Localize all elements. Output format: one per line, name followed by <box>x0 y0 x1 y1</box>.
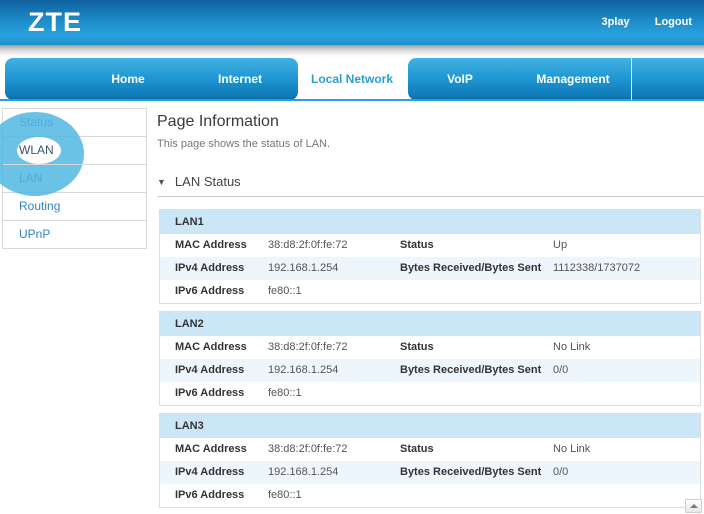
table-row: IPv4 Address 192.168.1.254 Bytes Receive… <box>160 359 700 382</box>
field-label: IPv4 Address <box>175 359 268 382</box>
field-label: Status <box>400 438 553 461</box>
field-label: MAC Address <box>175 234 268 257</box>
up-arrow-icon <box>690 504 698 508</box>
field-value: 38:d8:2f:0f:fe:72 <box>268 336 400 359</box>
field-label: IPv4 Address <box>175 461 268 484</box>
lan-table-header: LAN1 <box>160 210 700 234</box>
field-label: IPv6 Address <box>175 484 268 507</box>
table-row: MAC Address 38:d8:2f:0f:fe:72 Status Up <box>160 234 700 257</box>
field-label <box>400 382 553 405</box>
field-value: fe80::1 <box>268 484 400 507</box>
header-shadow <box>0 45 704 58</box>
main-content: Page Information This page shows the sta… <box>157 108 704 514</box>
section-divider <box>157 196 704 197</box>
field-label: Bytes Received/Bytes Sent <box>400 359 553 382</box>
field-value: Up <box>553 234 700 257</box>
field-label: IPv4 Address <box>175 257 268 280</box>
sidebar-item-upnp[interactable]: UPnP <box>3 221 146 248</box>
header-links: 3play Logout <box>580 16 692 28</box>
table-row: IPv4 Address 192.168.1.254 Bytes Receive… <box>160 461 700 484</box>
tab-local-network[interactable]: Local Network <box>311 58 393 100</box>
field-label: IPv6 Address <box>175 280 268 303</box>
lan-table-title: LAN2 <box>175 318 204 330</box>
tab-home[interactable]: Home <box>111 58 144 100</box>
main-navbar: Home Internet Local Network VoIP Managem… <box>0 58 704 102</box>
field-value: No Link <box>553 438 700 461</box>
sidebar-item-routing[interactable]: Routing <box>3 193 146 221</box>
logout-link[interactable]: Logout <box>655 16 692 28</box>
table-row: MAC Address 38:d8:2f:0f:fe:72 Status No … <box>160 438 700 461</box>
field-value: 0/0 <box>553 359 700 382</box>
lan-table-rows: MAC Address 38:d8:2f:0f:fe:72 Status Up … <box>160 234 700 303</box>
lan-status-section-header[interactable]: ▼ LAN Status <box>157 174 704 189</box>
lan-table-rows: MAC Address 38:d8:2f:0f:fe:72 Status No … <box>160 336 700 405</box>
field-value: 192.168.1.254 <box>268 461 400 484</box>
field-label: Bytes Received/Bytes Sent <box>400 257 553 280</box>
field-value: No Link <box>553 336 700 359</box>
tab-separator <box>631 58 632 100</box>
page-subtitle: This page shows the status of LAN. <box>157 138 704 150</box>
lan-table: LAN2 MAC Address 38:d8:2f:0f:fe:72 Statu… <box>159 311 701 406</box>
table-row: IPv6 Address fe80::1 <box>160 382 700 405</box>
tab-management[interactable]: Management <box>536 58 609 100</box>
field-value: 192.168.1.254 <box>268 257 400 280</box>
nav-underline <box>0 99 704 101</box>
field-label: IPv6 Address <box>175 382 268 405</box>
lan-table-header: LAN3 <box>160 414 700 438</box>
field-value: 0/0 <box>553 461 700 484</box>
field-label: MAC Address <box>175 336 268 359</box>
field-value: 192.168.1.254 <box>268 359 400 382</box>
collapse-triangle-icon: ▼ <box>157 177 166 187</box>
lan-table: LAN3 MAC Address 38:d8:2f:0f:fe:72 Statu… <box>159 413 701 508</box>
field-value: 1112338/1737072 <box>553 257 700 280</box>
field-value: fe80::1 <box>268 280 400 303</box>
page-title: Page Information <box>157 113 704 131</box>
field-label: MAC Address <box>175 438 268 461</box>
field-label: Status <box>400 234 553 257</box>
table-row: MAC Address 38:d8:2f:0f:fe:72 Status No … <box>160 336 700 359</box>
table-row: IPv6 Address fe80::1 <box>160 280 700 303</box>
sidebar-item-lan[interactable]: LAN <box>3 165 146 193</box>
lan-table-header: LAN2 <box>160 312 700 336</box>
scrollbar-up-button[interactable] <box>685 499 702 513</box>
field-value <box>553 484 700 507</box>
field-label: Status <box>400 336 553 359</box>
table-row: IPv4 Address 192.168.1.254 Bytes Receive… <box>160 257 700 280</box>
field-value <box>553 280 700 303</box>
lan-table-title: LAN1 <box>175 216 204 228</box>
tab-internet[interactable]: Internet <box>218 58 262 100</box>
section-label: LAN Status <box>175 174 241 189</box>
field-value <box>553 382 700 405</box>
field-value: fe80::1 <box>268 382 400 405</box>
zte-logo: ZTE <box>28 7 82 38</box>
lan-tables: LAN1 MAC Address 38:d8:2f:0f:fe:72 Statu… <box>159 209 704 514</box>
table-row: IPv6 Address fe80::1 <box>160 484 700 507</box>
account-link[interactable]: 3play <box>602 16 630 28</box>
sidebar: Status WLAN LAN Routing UPnP <box>2 108 147 249</box>
app-header: ZTE 3play Logout <box>0 0 704 45</box>
field-value: 38:d8:2f:0f:fe:72 <box>268 438 400 461</box>
lan-table-rows: MAC Address 38:d8:2f:0f:fe:72 Status No … <box>160 438 700 507</box>
field-label: Bytes Received/Bytes Sent <box>400 461 553 484</box>
field-label <box>400 280 553 303</box>
sidebar-item-wlan[interactable]: WLAN <box>3 137 146 165</box>
field-value: 38:d8:2f:0f:fe:72 <box>268 234 400 257</box>
field-label <box>400 484 553 507</box>
tab-voip[interactable]: VoIP <box>447 58 473 100</box>
lan-table-title: LAN3 <box>175 420 204 432</box>
lan-table: LAN1 MAC Address 38:d8:2f:0f:fe:72 Statu… <box>159 209 701 304</box>
router-admin-page: ZTE 3play Logout Home Internet Local Net… <box>0 0 704 514</box>
sidebar-item-status[interactable]: Status <box>3 109 146 137</box>
